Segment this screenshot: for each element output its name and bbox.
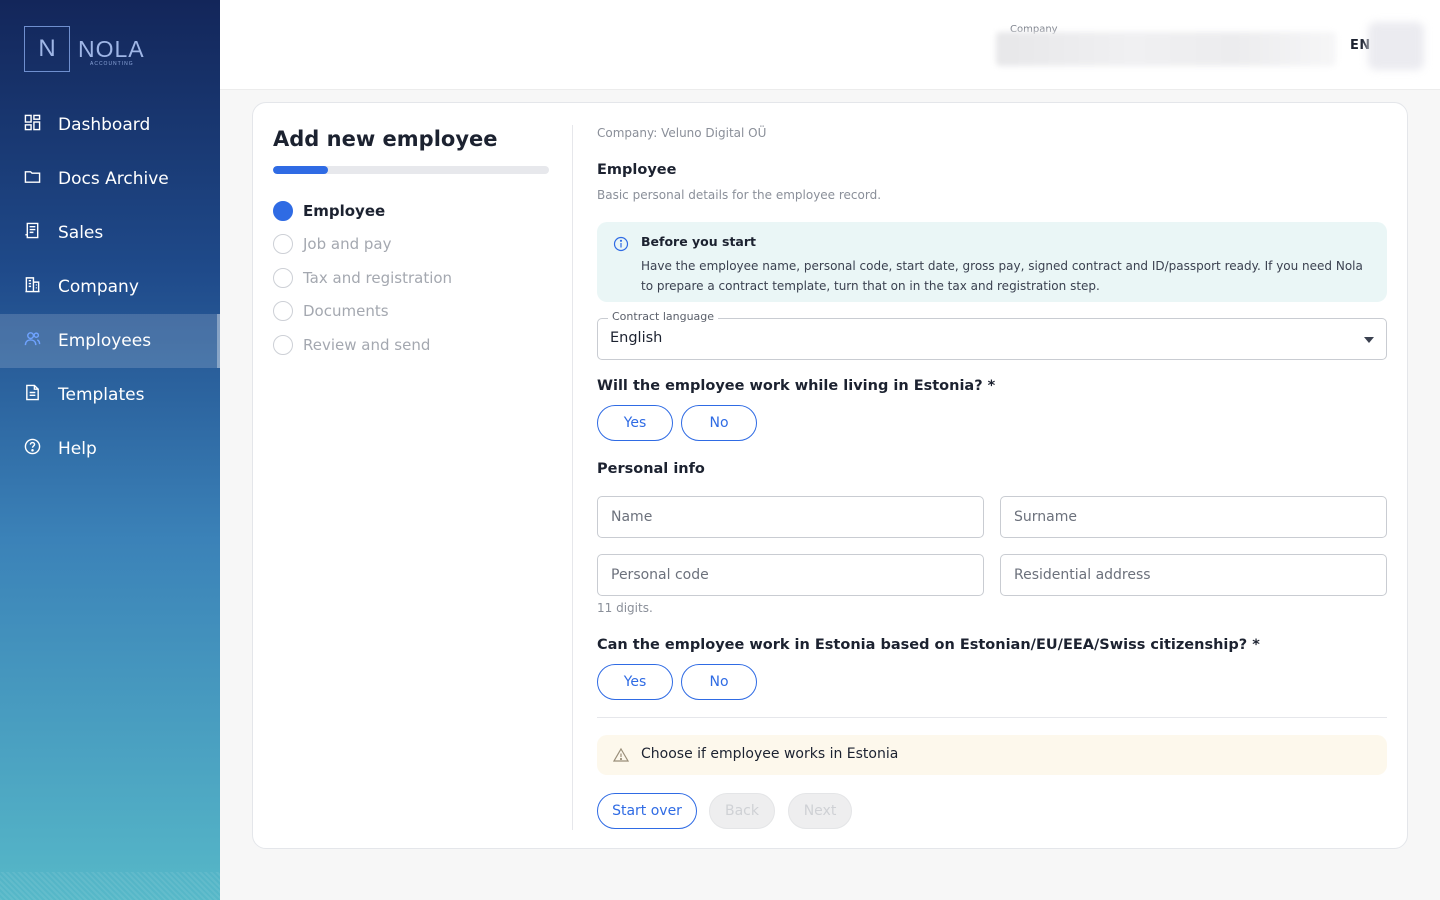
document-icon [24, 384, 58, 406]
sidebar-item-templates[interactable]: Templates [0, 368, 220, 422]
personal-code-input[interactable] [597, 554, 984, 596]
warning-icon [613, 747, 629, 762]
sidebar-item-sales[interactable]: Sales [0, 206, 220, 260]
sidebar-footer-pattern [0, 872, 220, 900]
logo-name: NOLA ACCOUNTING [78, 35, 145, 66]
contract-language-label: Contract language [608, 310, 719, 323]
column-divider [572, 125, 573, 830]
top-header: Company EN [220, 0, 1440, 90]
sidebar-item-employees[interactable]: Employees [0, 314, 220, 368]
warning-text: Choose if employee works in Estonia [641, 746, 899, 762]
contract-language-select[interactable]: Contract language English [597, 310, 1387, 360]
step-label: Documents [303, 302, 389, 321]
step-indicator [273, 301, 293, 322]
chevron-down-icon [1364, 337, 1374, 343]
living-no-button[interactable]: No [681, 405, 757, 441]
step-review-and-send[interactable]: Review and send [273, 328, 452, 362]
receipt-icon [24, 222, 58, 244]
users-icon [24, 330, 58, 352]
step-indicator [273, 334, 293, 355]
step-label: Review and send [303, 335, 431, 354]
step-indicator [273, 234, 293, 255]
wizard-steps: Employee Job and pay Tax and registratio… [273, 194, 452, 362]
citizenship-yes-button[interactable]: Yes [597, 664, 673, 700]
surname-input[interactable] [1000, 496, 1387, 538]
add-employee-card: Add new employee Employee Job and pay Ta… [252, 102, 1408, 849]
warning-callout: Choose if employee works in Estonia [597, 735, 1387, 775]
sidebar-nav: Dashboard Docs Archive Sales Company Emp… [0, 98, 220, 476]
step-employee[interactable]: Employee [273, 194, 452, 228]
section-title: Employee [597, 162, 677, 178]
step-documents[interactable]: Documents [273, 295, 452, 329]
brand-tagline: ACCOUNTING [90, 60, 134, 67]
step-label: Employee [303, 201, 386, 220]
sidebar-item-label: Dashboard [58, 115, 151, 135]
residential-address-input[interactable] [1000, 554, 1387, 596]
building-icon [24, 276, 58, 298]
personal-info-title: Personal info [597, 461, 705, 477]
company-selector[interactable] [996, 32, 1336, 66]
next-button[interactable]: Next [788, 793, 852, 829]
brand-name: NOLA [78, 35, 145, 62]
folder-icon [24, 168, 58, 190]
sidebar-item-label: Docs Archive [58, 169, 169, 189]
start-over-button[interactable]: Start over [597, 793, 697, 829]
sidebar-item-label: Employees [58, 331, 152, 351]
info-icon [613, 236, 629, 252]
wizard-progress-bar [273, 166, 549, 174]
company-name: Company: Veluno Digital OÜ [597, 126, 767, 140]
sidebar-item-dashboard[interactable]: Dashboard [0, 98, 220, 152]
page-title: Add new employee [273, 127, 498, 151]
info-text: Have the employee name, personal code, s… [641, 259, 1363, 293]
info-callout: Before you start Have the employee name,… [597, 222, 1387, 302]
brand-logo[interactable]: N NOLA ACCOUNTING [24, 26, 145, 72]
sidebar-item-label: Company [58, 277, 139, 297]
sidebar-item-label: Sales [58, 223, 104, 243]
step-indicator [273, 267, 293, 288]
back-button[interactable]: Back [709, 793, 775, 829]
citizenship-no-button[interactable]: No [681, 664, 757, 700]
sidebar: N NOLA ACCOUNTING Dashboard Docs Archive… [0, 0, 220, 900]
sidebar-item-label: Help [58, 439, 97, 459]
step-tax-and-registration[interactable]: Tax and registration [273, 261, 452, 295]
personal-code-hint: 11 digits. [597, 601, 653, 615]
info-title: Before you start [641, 234, 757, 249]
form-divider [597, 717, 1387, 718]
name-input[interactable] [597, 496, 984, 538]
question-citizenship: Can the employee work in Estonia based o… [597, 637, 1260, 653]
help-circle-icon [24, 438, 58, 460]
section-subtitle: Basic personal details for the employee … [597, 188, 882, 202]
sidebar-item-company[interactable]: Company [0, 260, 220, 314]
wizard-progress-fill [273, 166, 329, 174]
step-indicator [273, 200, 293, 221]
step-label: Tax and registration [303, 268, 453, 287]
sidebar-item-label: Templates [58, 385, 145, 405]
sidebar-item-help[interactable]: Help [0, 422, 220, 476]
dashboard-icon [24, 114, 58, 136]
sidebar-item-docs-archive[interactable]: Docs Archive [0, 152, 220, 206]
logo-mark: N [24, 26, 70, 72]
contract-language-value: English [610, 330, 663, 346]
step-label: Job and pay [303, 235, 392, 254]
question-living-in-estonia: Will the employee work while living in E… [597, 378, 996, 394]
step-job-and-pay[interactable]: Job and pay [273, 228, 452, 262]
avatar[interactable] [1368, 22, 1424, 70]
living-yes-button[interactable]: Yes [597, 405, 673, 441]
